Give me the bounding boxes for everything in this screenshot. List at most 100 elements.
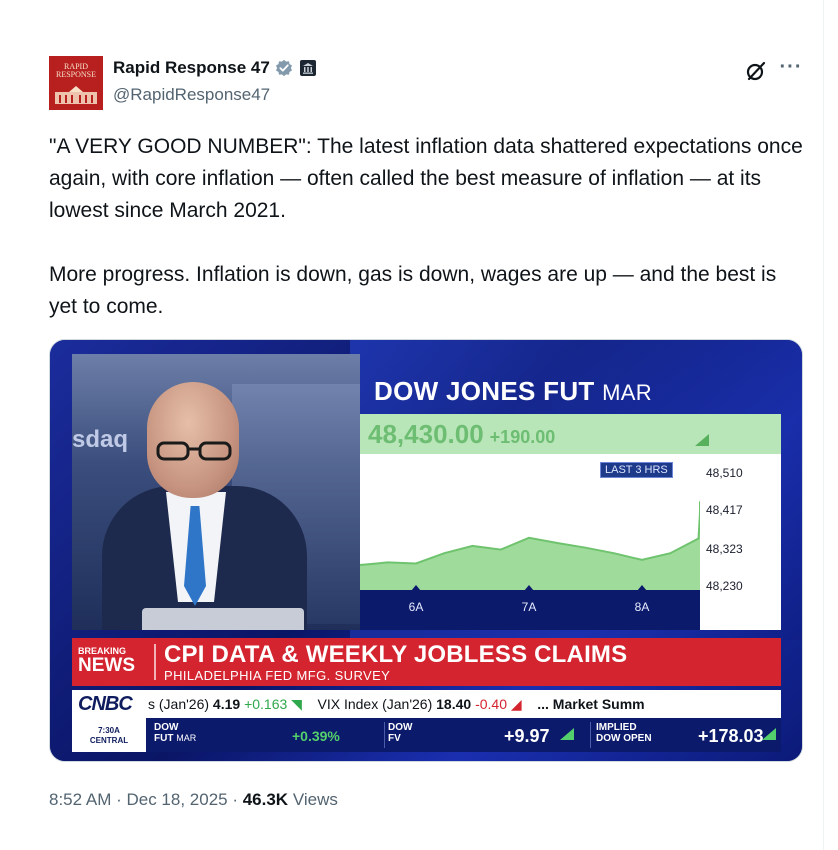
y-axis: 48,510 48,417 48,323 48,230 [700, 454, 781, 630]
ticker-item-change: +0.163 [244, 696, 288, 712]
chart-point [415, 562, 417, 565]
dow-fut-label: DOW FUT MAR [154, 722, 196, 744]
chart-point [386, 561, 389, 564]
chart-point [584, 546, 587, 549]
price-change: +190.00 [489, 427, 556, 447]
up-arrow-icon [695, 434, 709, 446]
anchor-laptop [142, 608, 304, 630]
x-axis: 6A 7A 8A [360, 585, 700, 630]
anchor-glasses [156, 441, 232, 461]
broadcast-frame: sdaq DOW JONES FUT MAR 48,430.00 +190.00… [50, 340, 802, 761]
ticker-item-value: 4.19 [212, 696, 241, 712]
x-tick-label: 8A [634, 600, 650, 614]
broadcast-clock: 7:30A CENTRAL [72, 718, 146, 752]
clock-time: 7:30A [98, 726, 120, 735]
government-affiliation-icon[interactable] [299, 60, 316, 76]
ticker-text: s (Jan'26) 4.19 +0.163 ◥ VIX Index (Jan'… [148, 696, 781, 713]
dow-fut-month: MAR [176, 733, 197, 743]
chart-title-text: DOW JONES FUT [374, 376, 595, 406]
implied-open-up-arrow-icon [762, 728, 776, 740]
y-tick-label: 48,323 [706, 542, 743, 556]
implied-open-label: IMPLIED DOW OPEN [596, 722, 652, 744]
display-name[interactable]: Rapid Response 47 [113, 58, 270, 78]
implied-open-segment: IMPLIED DOW OPEN +178.03 [596, 718, 781, 752]
market-ticker: CNBC s (Jan'26) 4.19 +0.163 ◥ VIX Index … [72, 690, 781, 718]
verified-badge-icon[interactable] [275, 59, 293, 77]
name-row: Rapid Response 47 [113, 58, 316, 78]
implied-open-label-bottom: DOW OPEN [596, 733, 652, 744]
tweet-timestamp[interactable]: 8:52 AM · Dec 18, 2025 · [49, 790, 243, 809]
price-bar: 48,430.00 +190.00 [360, 414, 781, 454]
chart-point [556, 542, 559, 544]
avatar[interactable]: RAPID RESPONSE [49, 56, 103, 110]
y-tick-label: 48,417 [706, 503, 743, 517]
ticker-item-change: -0.40 [475, 696, 507, 712]
dow-fv-label-bottom: FV [388, 733, 401, 744]
tweet-header: RAPID RESPONSE Rapid Response 47 @RapidR… [49, 52, 809, 112]
chart-point [641, 559, 643, 561]
x-tick-mark [637, 585, 647, 591]
tweet-metadata: 8:52 AM · Dec 18, 2025 · 46.3K Views [49, 790, 338, 810]
dow-fut-change: +0.39% [292, 728, 340, 744]
futures-bar: 7:30A CENTRAL DOW FUT MAR +0.39% DOW FV [72, 718, 781, 752]
network-logo: CNBC [78, 693, 133, 715]
tweet-paragraph-2: More progress. Inflation is down, gas is… [49, 263, 777, 318]
y-tick-label: 48,230 [706, 579, 743, 593]
tweet-media-image[interactable]: sdaq DOW JONES FUT MAR 48,430.00 +190.00… [49, 339, 803, 762]
anchor-camera-panel: sdaq [72, 354, 360, 630]
chart-title-month: MAR [602, 380, 652, 405]
breaking-news-label: BREAKING NEWS [78, 646, 135, 676]
chart-area-fill [360, 501, 700, 590]
dow-futures-segment: DOW FUT MAR +0.39% [154, 718, 369, 752]
news-subheadline: PHILADELPHIA FED MFG. SURVEY [164, 668, 391, 683]
chart-point [499, 548, 502, 551]
more-options-icon[interactable]: ··· [779, 57, 803, 82]
dow-fv-value: +9.97 [504, 726, 550, 746]
implied-open-label-top: IMPLIED [596, 722, 637, 733]
breaking-label-bottom: NEWS [78, 655, 135, 676]
dow-fut-label-text: FUT [154, 733, 174, 744]
x-tick-label: 6A [408, 600, 424, 614]
x-tick-label: 7A [521, 600, 537, 614]
handle[interactable]: @RapidResponse47 [113, 85, 270, 105]
banner-divider [154, 644, 156, 680]
clock-timezone: CENTRAL [89, 736, 129, 745]
ticker-item-label: ... Market Summ [537, 696, 645, 712]
futures-divider [590, 722, 591, 748]
dow-fv-up-arrow-icon [560, 728, 574, 740]
chart-point [669, 552, 672, 555]
white-house-icon [55, 86, 97, 104]
tweet-paragraph-1: "A VERY GOOD NUMBER": The latest inflati… [49, 135, 803, 222]
timeline-border [823, 0, 824, 850]
x-tick-mark [524, 585, 534, 591]
y-tick-label: 48,510 [706, 466, 743, 480]
ticker-item-value: 18.40 [436, 696, 472, 712]
chart-point [528, 537, 530, 539]
chart-point [471, 545, 474, 547]
grok-icon[interactable] [745, 60, 767, 82]
avatar-logo-text: RAPID RESPONSE [55, 62, 96, 79]
chart-title: DOW JONES FUT MAR [374, 376, 652, 407]
dow-fv-label-top: DOW [388, 722, 413, 733]
dow-fut-label-top: DOW [154, 722, 179, 733]
tweet[interactable]: RAPID RESPONSE Rapid Response 47 @RapidR… [49, 52, 809, 809]
tweet-text: "A VERY GOOD NUMBER": The latest inflati… [49, 131, 804, 323]
dow-fut-label-bottom: FUT MAR [154, 733, 196, 744]
chart-point [443, 552, 446, 555]
price-value-row: 48,430.00 +190.00 [368, 419, 555, 450]
implied-open-value: +178.03 [698, 726, 764, 746]
chart-point [612, 552, 615, 555]
breaking-news-banner: BREAKING NEWS CPI DATA & WEEKLY JOBLESS … [72, 638, 781, 686]
views-count[interactable]: 46.3K [243, 790, 288, 809]
dow-fv-segment: DOW FV +9.97 [388, 718, 578, 752]
futures-divider [384, 722, 385, 748]
news-headline: CPI DATA & WEEKLY JOBLESS CLAIMS [164, 641, 628, 668]
views-label: Views [288, 790, 338, 809]
ticker-up-icon: ◥ [291, 696, 302, 712]
dow-fv-label: DOW FV [388, 722, 412, 744]
ticker-item-label: VIX Index (Jan'26) [317, 696, 433, 712]
background-sign-text: sdaq [72, 426, 129, 453]
x-tick-mark [411, 585, 421, 591]
ticker-down-icon: ◢ [510, 696, 522, 712]
range-badge: LAST 3 HRS [600, 462, 673, 478]
